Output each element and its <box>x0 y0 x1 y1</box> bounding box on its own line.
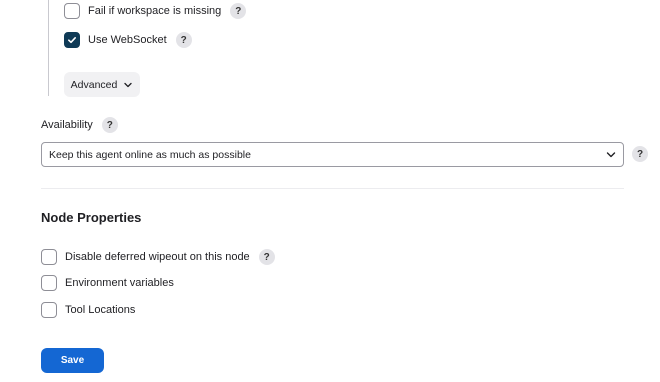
disable-deferred-wipeout-option[interactable]: Disable deferred wipeout on this node ? <box>41 247 275 267</box>
advanced-button-label: Advanced <box>70 78 118 91</box>
advanced-button[interactable]: Advanced <box>64 72 140 97</box>
environment-variables-option[interactable]: Environment variables <box>41 273 174 293</box>
use-websocket-checkbox[interactable] <box>64 32 80 48</box>
disable-deferred-wipeout-checkbox[interactable] <box>41 249 57 265</box>
checkmark-icon <box>68 37 76 44</box>
help-icon[interactable]: ? <box>258 249 275 265</box>
node-properties-heading: Node Properties <box>41 210 142 225</box>
help-icon[interactable]: ? <box>230 3 247 19</box>
chevron-down-icon <box>124 82 132 87</box>
fail-if-workspace-missing-option[interactable]: Fail if workspace is missing ? <box>64 1 247 21</box>
save-button-label: Save <box>60 355 85 366</box>
fail-if-workspace-missing-checkbox[interactable] <box>64 3 80 19</box>
tool-locations-label: Tool Locations <box>65 304 136 316</box>
section-divider <box>41 188 624 189</box>
disable-deferred-wipeout-label: Disable deferred wipeout on this node <box>65 251 250 263</box>
help-icon[interactable]: ? <box>632 146 648 162</box>
tool-locations-checkbox[interactable] <box>41 302 57 318</box>
help-icon[interactable]: ? <box>101 117 118 133</box>
availability-selected-value: Keep this agent online as much as possib… <box>49 148 251 161</box>
fail-if-workspace-missing-label: Fail if workspace is missing <box>88 5 222 17</box>
nested-section-rule <box>48 0 49 96</box>
use-websocket-label: Use WebSocket <box>88 34 167 46</box>
environment-variables-label: Environment variables <box>65 277 174 289</box>
tool-locations-option[interactable]: Tool Locations <box>41 300 135 320</box>
use-websocket-option[interactable]: Use WebSocket ? <box>64 30 192 50</box>
save-button[interactable]: Save <box>41 348 104 373</box>
environment-variables-checkbox[interactable] <box>41 275 57 291</box>
availability-select[interactable]: Keep this agent online as much as possib… <box>41 142 624 167</box>
chevron-down-icon <box>606 152 616 158</box>
availability-label-row: Availability ? <box>41 116 118 134</box>
availability-label: Availability <box>41 119 93 131</box>
help-icon[interactable]: ? <box>175 32 192 48</box>
node-configuration-page: Fail if workspace is missing ? Use WebSo… <box>0 0 660 382</box>
